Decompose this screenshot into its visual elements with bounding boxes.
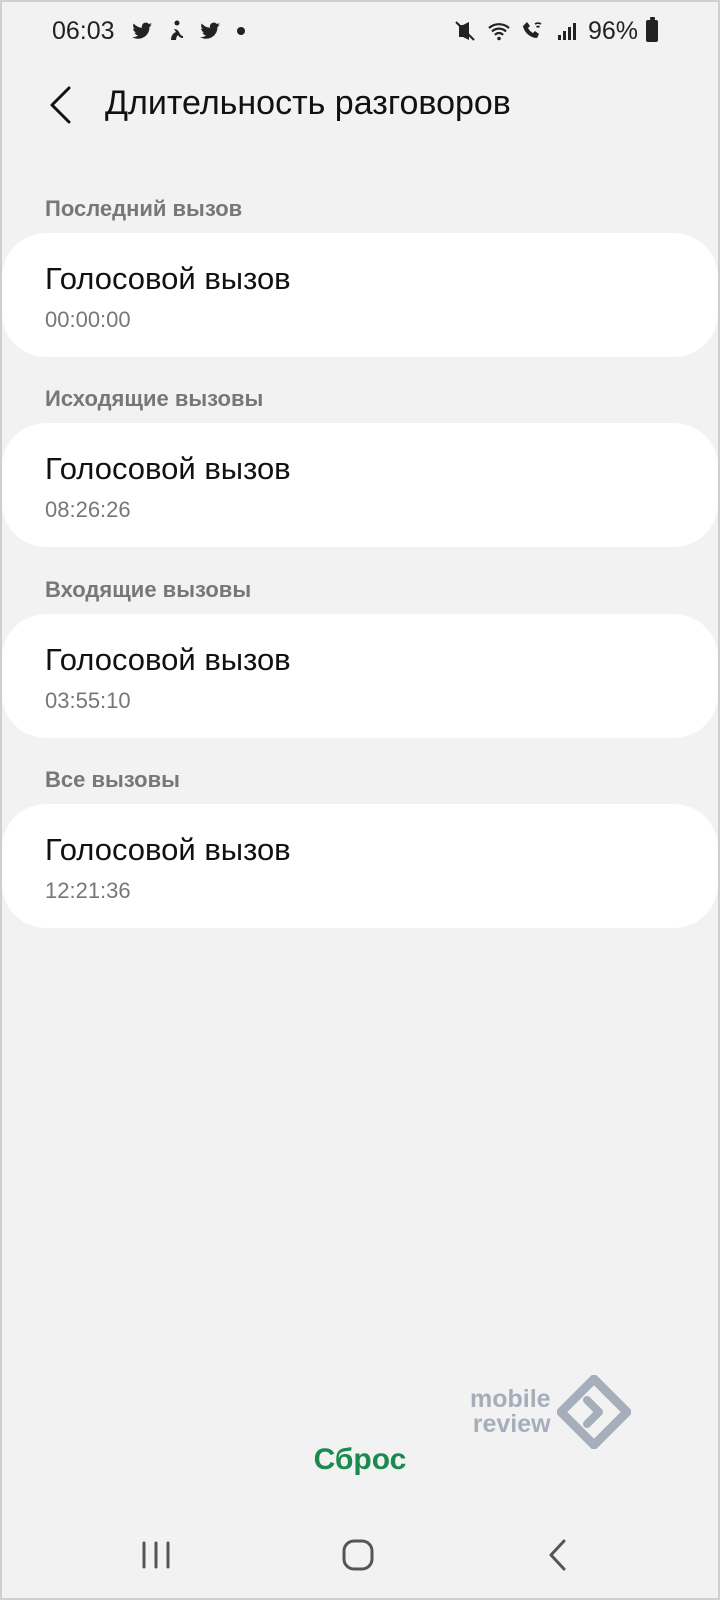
section-label-all: Все вызовы xyxy=(45,767,180,792)
card-duration: 03:55:10 xyxy=(45,688,131,713)
chevron-left-icon xyxy=(549,1539,566,1571)
mobile-review-logo-icon xyxy=(556,1375,631,1449)
mute-vibrate-icon xyxy=(452,18,478,44)
watermark-line1: mobile xyxy=(470,1385,551,1413)
card-title: Голосовой вызов xyxy=(45,261,291,296)
card-title: Голосовой вызов xyxy=(45,642,291,677)
twitter-icon xyxy=(197,18,223,44)
card-last-call[interactable]: Голосовой вызов 00:00:00 xyxy=(2,233,718,357)
nav-back-button[interactable] xyxy=(528,1530,588,1580)
status-bar: 06:03 96% xyxy=(0,0,720,62)
section-label-last-call: Последний вызов xyxy=(45,196,243,221)
card-outgoing[interactable]: Голосовой вызов 08:26:26 xyxy=(2,423,718,547)
battery-icon xyxy=(646,17,658,42)
wifi-call-icon xyxy=(520,18,546,44)
header: Длительность разговоров xyxy=(0,70,720,140)
recents-icon xyxy=(142,1541,170,1569)
chevron-left-icon xyxy=(50,86,71,124)
twitter-icon xyxy=(129,18,155,44)
navigation-bar xyxy=(0,1520,720,1600)
card-title: Голосовой вызов xyxy=(45,451,291,486)
accessibility-icon xyxy=(163,18,189,44)
dot-icon xyxy=(236,27,245,35)
recents-button[interactable] xyxy=(126,1530,186,1580)
section-label-outgoing: Исходящие вызовы xyxy=(45,386,264,411)
status-left: 06:03 xyxy=(52,17,245,46)
home-button[interactable] xyxy=(328,1530,388,1580)
signal-icon xyxy=(554,18,580,44)
wifi-icon xyxy=(486,18,512,44)
card-duration: 00:00:00 xyxy=(45,307,131,332)
back-button[interactable] xyxy=(38,80,82,130)
card-duration: 12:21:36 xyxy=(45,878,131,903)
page-title: Длительность разговоров xyxy=(105,84,511,122)
card-incoming[interactable]: Голосовой вызов 03:55:10 xyxy=(2,614,718,738)
watermark: mobile review xyxy=(470,1372,660,1452)
status-right: 96% xyxy=(452,17,658,46)
watermark-line2: review xyxy=(472,1410,551,1438)
home-icon xyxy=(342,1539,374,1571)
card-title: Голосовой вызов xyxy=(45,832,291,867)
card-all[interactable]: Голосовой вызов 12:21:36 xyxy=(2,804,718,928)
reset-button[interactable]: Сброс xyxy=(280,1432,440,1488)
watermark-text: mobile review xyxy=(470,1387,551,1437)
section-label-incoming: Входящие вызовы xyxy=(45,577,252,602)
card-duration: 08:26:26 xyxy=(45,497,131,522)
battery-percent: 96% xyxy=(587,16,638,45)
status-time: 06:03 xyxy=(52,16,115,45)
